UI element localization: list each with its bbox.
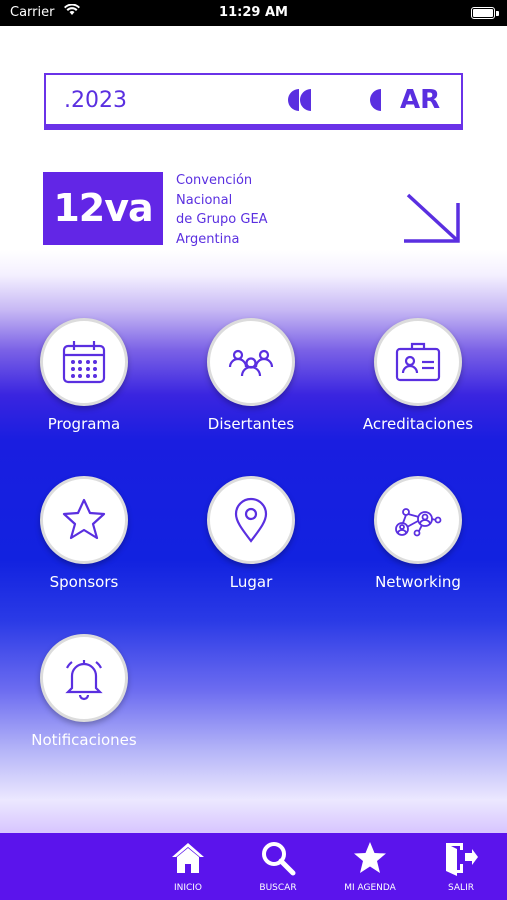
menu-item-lugar[interactable]: Lugar [181,476,321,606]
people-icon [228,349,274,377]
star-icon [62,498,106,540]
bell-icon [65,660,103,701]
search-icon [262,842,296,876]
edition-badge: 12va [43,172,163,245]
menu-label: Lugar [229,573,273,591]
battery-tip [496,11,499,16]
menu-item-sponsors[interactable]: Sponsors [14,476,154,606]
exit-door-icon [446,843,478,876]
id-card-icon [395,342,441,382]
status-bar: Carrier 11:29 AM [0,0,507,26]
home-icon [172,843,204,873]
half-circle-logo-mark [370,89,381,111]
year-banner: .2023 AR [44,73,463,130]
menu-item-acreditaciones[interactable]: Acreditaciones [348,318,488,448]
tab-buscar[interactable]: BUSCAR [243,833,313,900]
tab-inicio[interactable]: INICIO [153,833,223,900]
menu-label: Programa [47,415,121,433]
event-title-line: de Grupo GEA [176,212,268,227]
menu-item-disertantes[interactable]: Disertantes [181,318,321,448]
country-code: AR [400,85,441,115]
menu-button[interactable] [40,634,128,722]
calendar-icon [62,341,106,384]
tab-label: BUSCAR [259,883,297,893]
menu-label: Networking [375,573,461,591]
clock: 11:29 AM [219,5,288,20]
network-icon [395,508,442,537]
event-title: Convención Nacional de Grupo GEA Argenti… [176,171,286,249]
event-title-line: Convención [176,173,253,188]
menu-item-notificaciones[interactable]: Notificaciones [14,634,154,764]
event-title-line: Argentina [176,231,240,247]
menu-label: Acreditaciones [362,415,474,433]
tab-label: INICIO [173,883,203,893]
menu-label: Disertantes [207,415,295,433]
arrow-down-right-icon [404,193,460,243]
menu-button[interactable] [374,318,462,406]
menu-label: Notificaciones [31,731,137,749]
menu-item-programa[interactable]: Programa [14,318,154,448]
menu-button[interactable] [207,476,295,564]
star-icon [354,842,386,873]
menu-button[interactable] [40,318,128,406]
location-pin-icon [234,497,268,543]
year-label: .2023 [64,88,127,113]
menu-item-networking[interactable]: Networking [348,476,488,606]
menu-button[interactable] [40,476,128,564]
tab-label: MI AGENDA [344,883,396,893]
tab-label: SALIR [448,883,474,893]
tab-salir[interactable]: SALIR [426,833,496,900]
menu-button[interactable] [207,318,295,406]
tab-mi-agenda[interactable]: MI AGENDA [335,833,405,900]
event-title-line: Nacional [176,192,233,208]
menu-button[interactable] [374,476,462,564]
tab-bar: INICIO BUSCAR MI AGENDA SALIR [0,833,507,900]
double-half-circle-logo-mark [288,89,311,111]
menu-label: Sponsors [49,573,119,591]
battery-icon [471,7,495,19]
